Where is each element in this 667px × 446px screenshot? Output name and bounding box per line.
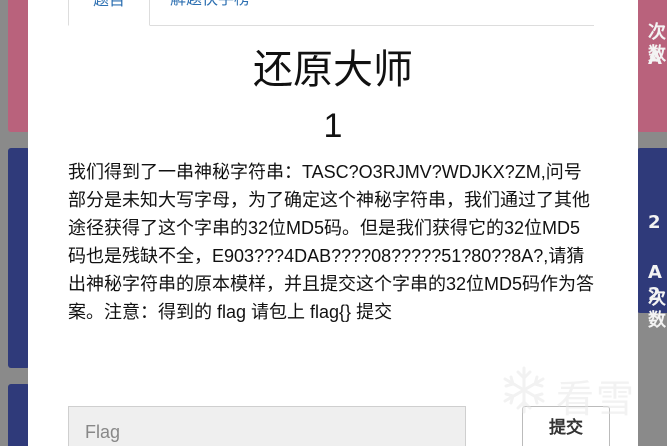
background-card-text: A (648, 48, 662, 69)
background-card-text: 2 (648, 212, 661, 233)
background-card-text: 次数 (648, 288, 666, 331)
challenge-points: 1 (323, 107, 343, 145)
snowflake-icon (503, 366, 545, 414)
background-card (8, 0, 30, 132)
kanxue-watermark: 看雪 (496, 362, 646, 422)
background-card (8, 384, 30, 446)
flag-input[interactable] (68, 406, 466, 446)
watermark-text: 看雪 (556, 377, 637, 421)
tab-challenge[interactable]: 题目 (68, 0, 150, 26)
challenge-description: 我们得到了一串神秘字符串：TASC?O3RJMV?WDJKX?ZM,问号部分是未… (68, 162, 595, 322)
background-card (8, 148, 30, 368)
challenge-tabs: 题目 解题快手榜 (68, 0, 594, 26)
tab-solve-ranking[interactable]: 解题快手榜 (150, 0, 270, 24)
challenge-title: 还原大师 (253, 48, 413, 92)
